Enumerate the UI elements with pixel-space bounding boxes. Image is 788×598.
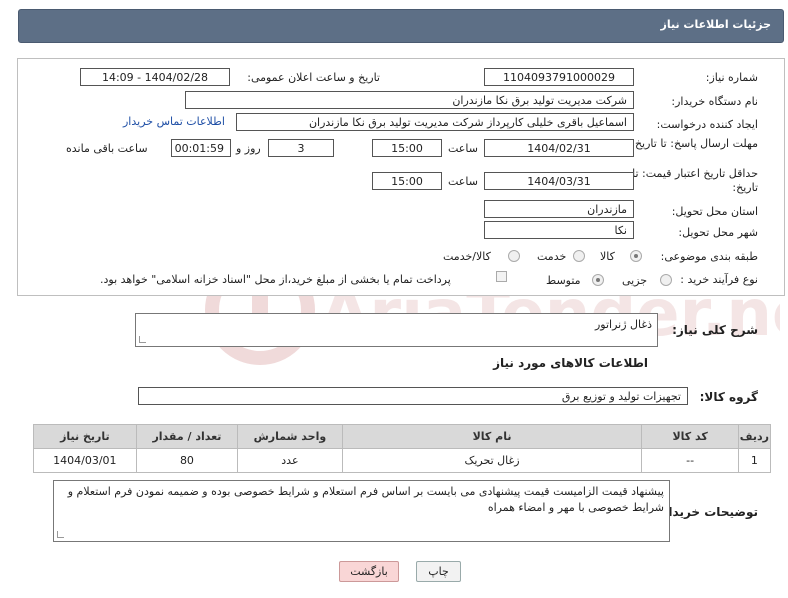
page-title: جزئیات اطلاعات نیاز bbox=[660, 18, 772, 31]
process-option-medium: متوسط bbox=[546, 274, 581, 287]
goods-group-field: تجهیزات تولید و توزیع برق bbox=[138, 387, 688, 405]
process-radio-minor[interactable] bbox=[660, 274, 672, 286]
summary-text: ذغال ژنراتور bbox=[594, 318, 652, 331]
price-time-field: 15:00 bbox=[372, 172, 442, 190]
goods-table: ردیف کد کالا نام کالا واحد شمارش تعداد /… bbox=[33, 424, 772, 473]
treasury-payment-checkbox[interactable] bbox=[496, 271, 507, 282]
remaining-label: ساعت باقی مانده bbox=[66, 142, 148, 155]
col-row: ردیف bbox=[737, 424, 772, 449]
reply-hour-label: ساعت bbox=[448, 142, 478, 155]
process-option-minor: جزیی bbox=[622, 274, 648, 287]
city-label: شهر محل تحویل: bbox=[678, 226, 758, 239]
reply-time-field: 15:00 bbox=[372, 139, 442, 157]
price-date-field: 1404/03/31 bbox=[484, 172, 634, 190]
notes-resize-handle[interactable] bbox=[57, 531, 64, 538]
buyer-org-label: نام دستگاه خریدار: bbox=[671, 95, 758, 108]
cell-row: 1 bbox=[737, 448, 772, 473]
province-label: استان محل تحویل: bbox=[671, 205, 758, 218]
category-radio-service[interactable] bbox=[573, 250, 585, 262]
goods-group-label: گروه کالا: bbox=[699, 390, 758, 404]
days-field: 3 bbox=[268, 139, 334, 157]
need-number-field: 1104093791000029 bbox=[484, 68, 634, 86]
announce-label: تاریخ و ساعت اعلان عمومی: bbox=[247, 71, 380, 84]
city-field: نکا bbox=[484, 221, 634, 239]
days-label: روز و bbox=[236, 142, 261, 155]
province-field: مازندران bbox=[484, 200, 634, 218]
creator-label: ایجاد کننده درخواست: bbox=[656, 118, 758, 131]
cell-unit: عدد bbox=[237, 448, 343, 473]
cell-name: زغال تحریک bbox=[341, 448, 643, 473]
process-radio-medium[interactable] bbox=[592, 274, 604, 286]
category-option-goods: کالا bbox=[600, 250, 615, 263]
col-code: کد کالا bbox=[641, 424, 739, 449]
need-number-label: شماره نیاز: bbox=[705, 71, 758, 84]
reply-date-field: 1404/02/31 bbox=[484, 139, 634, 157]
col-date: تاریخ نیاز bbox=[33, 424, 137, 449]
cell-date: 1404/03/01 bbox=[33, 448, 137, 473]
print-button[interactable]: چاپ bbox=[416, 561, 461, 582]
category-option-service: خدمت bbox=[537, 250, 567, 263]
category-radio-goods-service[interactable] bbox=[508, 250, 520, 262]
goods-section-title: اطلاعات کالاهای مورد نیاز bbox=[493, 356, 648, 370]
contact-buyer-link[interactable]: اطلاعات تماس خریدار bbox=[123, 115, 225, 128]
category-option-goods-service: کالا/خدمت bbox=[443, 250, 491, 263]
price-hour-label: ساعت bbox=[448, 175, 478, 188]
back-button[interactable]: بازگشت bbox=[339, 561, 399, 582]
buyer-notes-text: پیشنهاد قیمت الزامیست قیمت پیشنهادی می ب… bbox=[67, 485, 664, 514]
col-name: نام کالا bbox=[341, 424, 643, 449]
cell-code: -- bbox=[641, 448, 739, 473]
cell-qty: 80 bbox=[135, 448, 239, 473]
table-row: 1 -- زغال تحریک عدد 80 1404/03/01 bbox=[33, 448, 772, 473]
treasury-payment-note: پرداخت تمام یا بخشی از مبلغ خرید،از محل … bbox=[100, 273, 451, 286]
reply-deadline-label: مهلت ارسال پاسخ: تا تاریخ: bbox=[631, 137, 758, 150]
process-label: نوع فرآیند خرید : bbox=[680, 273, 758, 286]
summary-label: شرح کلی نیاز: bbox=[672, 323, 758, 337]
buyer-org-field: شرکت مدیریت تولید برق نکا مازندران bbox=[185, 91, 634, 109]
table-header-row: ردیف کد کالا نام کالا واحد شمارش تعداد /… bbox=[33, 424, 772, 449]
col-qty: تعداد / مقدار bbox=[135, 424, 239, 449]
category-label: طبقه بندی موضوعی: bbox=[660, 250, 758, 263]
remaining-time-field: 00:01:59 bbox=[171, 139, 231, 157]
col-unit: واحد شمارش bbox=[237, 424, 343, 449]
price-validity-label: حداقل تاریخ اعتبار قیمت: تا تاریخ: bbox=[632, 167, 758, 194]
summary-field: ذغال ژنراتور bbox=[135, 313, 658, 347]
page-header: جزئیات اطلاعات نیاز bbox=[18, 9, 784, 43]
announce-date-field: 1404/02/28 - 14:09 bbox=[80, 68, 230, 86]
creator-field: اسماعیل باقری خلیلی کارپرداز شرکت مدیریت… bbox=[236, 113, 634, 131]
buyer-notes-field: پیشنهاد قیمت الزامیست قیمت پیشنهادی می ب… bbox=[53, 480, 670, 542]
buyer-notes-label: توضیحات خریدار: bbox=[656, 505, 758, 519]
resize-handle[interactable] bbox=[139, 336, 146, 343]
category-radio-goods[interactable] bbox=[630, 250, 642, 262]
